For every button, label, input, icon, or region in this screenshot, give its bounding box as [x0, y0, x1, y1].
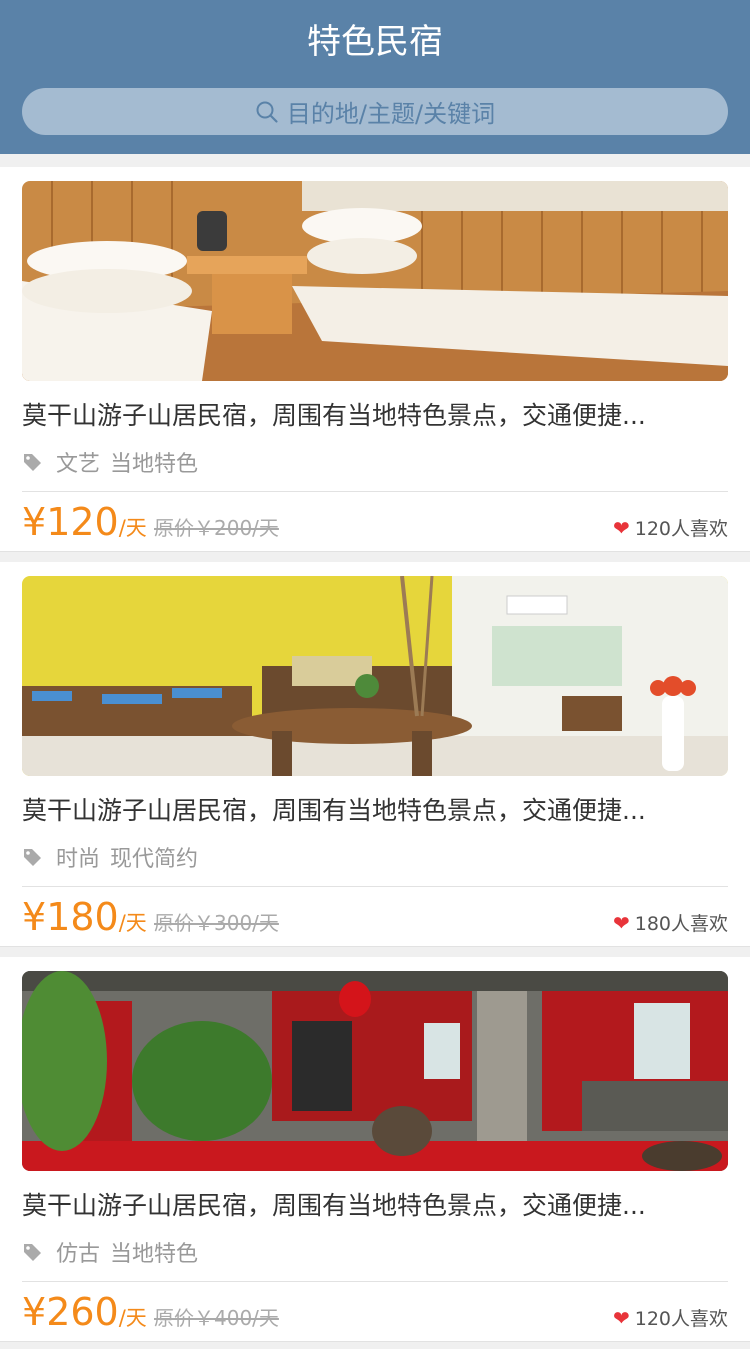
listing-title[interactable]: 莫干山游子山居民宿，周围有当地特色景点，交通便捷...: [22, 396, 728, 436]
tag-label: 文艺: [56, 452, 101, 477]
tag-label: 当地特色: [110, 452, 199, 477]
price-unit: /天: [118, 1306, 147, 1330]
tag-icon: [22, 452, 42, 472]
price-row: ¥260/天 原价￥400/天 ❤ 120人喜欢: [22, 1289, 728, 1335]
header-bar: 特色民宿 目的地/主题/关键词: [0, 0, 750, 154]
price-row: ¥180/天 原价￥300/天 ❤ 180人喜欢: [22, 894, 728, 940]
price-value: 180: [46, 895, 119, 939]
original-price: 原价￥200/天: [154, 516, 279, 540]
likes-button[interactable]: ❤ 120人喜欢: [613, 1304, 728, 1331]
heart-icon: ❤: [612, 910, 630, 935]
price-value: 120: [46, 500, 119, 544]
listing-card[interactable]: 莫干山游子山居民宿，周围有当地特色景点，交通便捷... 时尚 现代简约 ¥180…: [0, 562, 750, 947]
tag-label: 时尚: [56, 847, 101, 872]
tag-icon: [22, 1242, 42, 1262]
likes-button[interactable]: ❤ 180人喜欢: [613, 909, 728, 936]
listing-title[interactable]: 莫干山游子山居民宿，周围有当地特色景点，交通便捷...: [22, 791, 728, 831]
page-title: 特色民宿: [307, 22, 443, 62]
price-row: ¥120/天 原价￥200/天 ❤ 120人喜欢: [22, 499, 728, 545]
tag-label: 现代简约: [110, 847, 199, 872]
price: ¥260/天: [22, 1289, 147, 1335]
original-price: 原价￥300/天: [154, 911, 279, 935]
price-unit: /天: [118, 911, 147, 935]
search-input[interactable]: 目的地/主题/关键词: [22, 88, 728, 135]
divider: [22, 1281, 728, 1282]
search-icon: [256, 101, 278, 123]
heart-icon: ❤: [612, 1305, 630, 1330]
likes-count: 120人喜欢: [634, 1308, 728, 1330]
divider: [22, 491, 728, 492]
yellow-lounge-photo[interactable]: [22, 576, 728, 776]
tag-icon: [22, 847, 42, 867]
listing-tags: 时尚 现代简约: [22, 842, 208, 872]
listing-tags: 文艺 当地特色: [22, 447, 208, 477]
currency-symbol: ¥: [22, 500, 47, 544]
listing-card[interactable]: 莫干山游子山居民宿，周围有当地特色景点，交通便捷... 文艺 当地特色 ¥120…: [0, 167, 750, 552]
likes-count: 180人喜欢: [634, 913, 728, 935]
red-courtyard-photo[interactable]: [22, 971, 728, 1171]
wooden-bedroom-photo[interactable]: [22, 181, 728, 381]
original-price: 原价￥400/天: [154, 1306, 279, 1330]
price-value: 260: [46, 1290, 119, 1334]
listing-card[interactable]: 莫干山游子山居民宿，周围有当地特色景点，交通便捷... 仿古 当地特色 ¥260…: [0, 957, 750, 1342]
likes-button[interactable]: ❤ 120人喜欢: [613, 514, 728, 541]
price: ¥120/天: [22, 499, 147, 545]
price-unit: /天: [118, 516, 147, 540]
price: ¥180/天: [22, 894, 147, 940]
tag-label: 当地特色: [110, 1242, 199, 1267]
currency-symbol: ¥: [22, 895, 47, 939]
heart-icon: ❤: [612, 515, 630, 540]
currency-symbol: ¥: [22, 1290, 47, 1334]
search-placeholder: 目的地/主题/关键词: [286, 100, 496, 128]
likes-count: 120人喜欢: [634, 518, 728, 540]
listing-title[interactable]: 莫干山游子山居民宿，周围有当地特色景点，交通便捷...: [22, 1186, 728, 1226]
listing-tags: 仿古 当地特色: [22, 1237, 208, 1267]
divider: [22, 886, 728, 887]
tag-label: 仿古: [56, 1242, 101, 1267]
